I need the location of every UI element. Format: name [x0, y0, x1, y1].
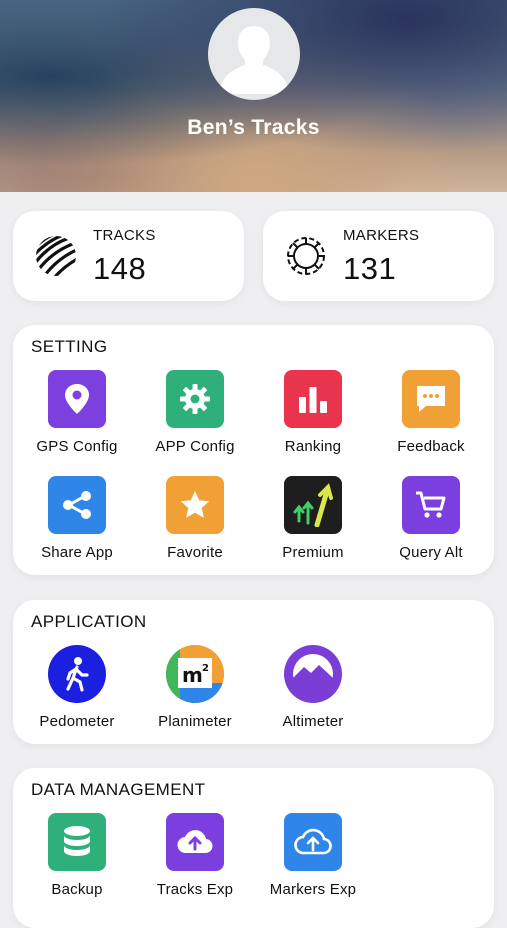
- favorite-button[interactable]: Favorite: [136, 476, 254, 561]
- cart-icon: [402, 476, 460, 534]
- square-meter-icon: m 2: [166, 645, 224, 703]
- item-label: APP Config: [155, 438, 235, 455]
- item-label: Pedometer: [39, 713, 115, 730]
- app-config-button[interactable]: APP Config: [136, 370, 254, 455]
- item-label: Backup: [51, 881, 103, 898]
- item-label: Premium: [282, 544, 344, 561]
- avatar[interactable]: [208, 8, 300, 100]
- planimeter-button[interactable]: m 2 Planimeter: [136, 645, 254, 730]
- person-silhouette-icon: [220, 26, 288, 94]
- share-app-button[interactable]: Share App: [18, 476, 136, 561]
- pedometer-button[interactable]: Pedometer: [18, 645, 136, 730]
- item-label: Altimeter: [282, 713, 344, 730]
- item-label: Favorite: [167, 544, 223, 561]
- ranking-button[interactable]: Ranking: [254, 370, 372, 455]
- markers-icon: [287, 237, 325, 275]
- star-icon: [166, 476, 224, 534]
- mountain-icon: [284, 645, 342, 703]
- svg-text:2: 2: [202, 663, 209, 674]
- cloud-upload-outline-icon: [284, 813, 342, 871]
- chat-bubble-icon: [402, 370, 460, 428]
- share-icon: [48, 476, 106, 534]
- data-management-section: DATA MANAGEMENT Backup Tracks Exp Marker…: [13, 768, 494, 928]
- section-title: DATA MANAGEMENT: [31, 780, 206, 799]
- item-label: Feedback: [397, 438, 465, 455]
- growth-arrows-icon: [284, 476, 342, 534]
- walking-person-icon: [48, 645, 106, 703]
- item-label: GPS Config: [36, 438, 118, 455]
- backup-button[interactable]: Backup: [18, 813, 136, 898]
- markers-stat-card[interactable]: MARKERS 131: [263, 211, 494, 301]
- database-icon: [48, 813, 106, 871]
- altimeter-button[interactable]: Altimeter: [254, 645, 372, 730]
- gps-config-button[interactable]: GPS Config: [18, 370, 136, 455]
- markers-exp-button[interactable]: Markers Exp: [254, 813, 372, 898]
- item-label: Tracks Exp: [156, 881, 234, 898]
- cloud-upload-icon: [166, 813, 224, 871]
- item-label: Planimeter: [158, 713, 232, 730]
- svg-text:m: m: [182, 663, 203, 687]
- tracks-exp-button[interactable]: Tracks Exp: [136, 813, 254, 898]
- tracks-count: 148: [93, 251, 147, 286]
- setting-section: SETTING GPS Config APP Config Ranking Fe…: [13, 325, 494, 575]
- tracks-icon: [36, 236, 76, 276]
- tracks-label: TRACKS: [93, 227, 156, 244]
- markers-count: 131: [343, 251, 397, 286]
- item-label: Query Alt: [399, 544, 463, 561]
- feedback-button[interactable]: Feedback: [372, 370, 490, 455]
- application-section: APPLICATION Pedometer m 2 Planimeter Alt…: [13, 600, 494, 744]
- profile-name: Ben’s Tracks: [187, 116, 320, 139]
- query-alt-button[interactable]: Query Alt: [372, 476, 490, 561]
- profile-header: Ben’s Tracks: [0, 0, 507, 192]
- section-title: APPLICATION: [31, 612, 147, 631]
- gear-icon: [166, 370, 224, 428]
- item-label: Share App: [41, 544, 113, 561]
- bar-chart-icon: [284, 370, 342, 428]
- item-label: Markers Exp: [269, 881, 357, 898]
- premium-button[interactable]: Premium: [254, 476, 372, 561]
- location-pin-icon: [48, 370, 106, 428]
- tracks-stat-card[interactable]: TRACKS 148: [13, 211, 244, 301]
- markers-label: MARKERS: [343, 227, 420, 244]
- item-label: Ranking: [284, 438, 342, 455]
- section-title: SETTING: [31, 337, 108, 356]
